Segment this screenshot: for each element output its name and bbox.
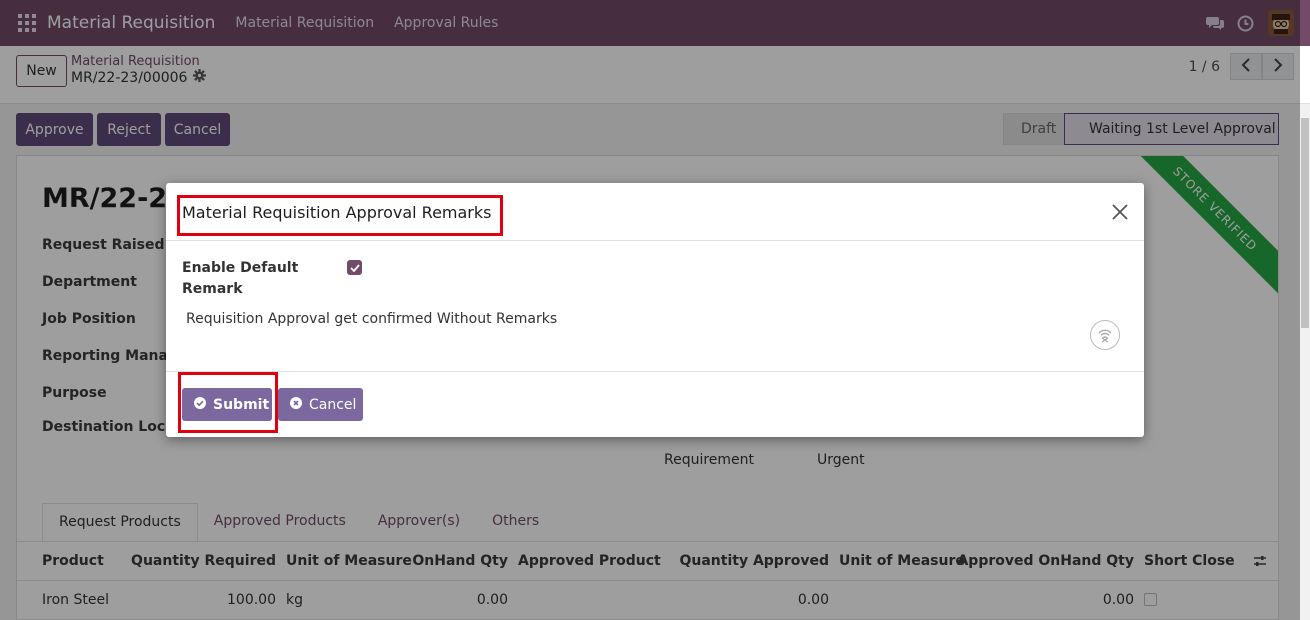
close-icon[interactable] — [1110, 202, 1130, 222]
approval-remarks-dialog: Material Requisition Approval Remarks En… — [166, 183, 1144, 437]
scrollbar-thumb[interactable] — [1301, 118, 1309, 328]
remark-text-field[interactable]: Requisition Approval get confirmed Witho… — [186, 311, 557, 327]
enable-default-remark-checkbox[interactable] — [347, 260, 362, 275]
dialog-cancel-label: Cancel — [309, 396, 357, 413]
highlight-box-submit — [178, 372, 278, 433]
checkmark-icon — [349, 263, 360, 272]
enable-label-line1: Enable Default — [182, 260, 299, 276]
times-circle-icon — [290, 396, 302, 413]
dialog-cancel-button[interactable]: Cancel — [278, 388, 363, 421]
speech-to-text-icon[interactable] — [1090, 320, 1120, 350]
dialog-header: Material Requisition Approval Remarks — [166, 183, 1144, 241]
enable-label-line2: Remark — [182, 281, 243, 297]
page-scrollbar[interactable] — [1300, 104, 1310, 620]
enable-default-remark-label: Enable Default Remark — [182, 258, 298, 300]
highlight-box-title — [177, 195, 503, 236]
